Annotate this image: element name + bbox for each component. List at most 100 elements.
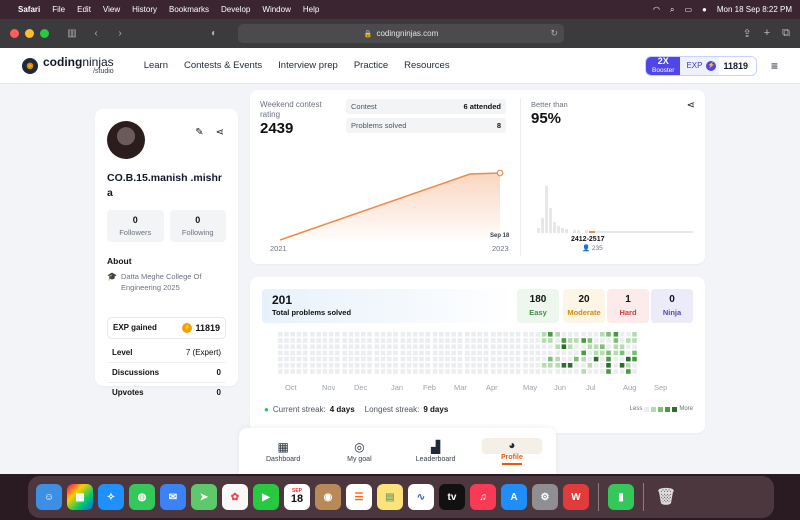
heatmap-cell[interactable] xyxy=(574,363,579,368)
heatmap-cell[interactable] xyxy=(477,356,482,362)
heatmap-cell[interactable] xyxy=(613,350,619,356)
heatmap-cell[interactable] xyxy=(367,369,372,374)
heatmap-cell[interactable] xyxy=(503,356,508,362)
heatmap-cell[interactable] xyxy=(413,338,418,343)
heatmap-cell[interactable] xyxy=(310,350,315,356)
heatmap-cell[interactable] xyxy=(296,369,302,374)
heatmap-cell[interactable] xyxy=(380,344,386,349)
heatmap-cell[interactable] xyxy=(587,332,593,337)
heatmap-cell[interactable] xyxy=(619,356,625,362)
heatmap-cell[interactable] xyxy=(457,356,463,362)
heatmap-cell[interactable] xyxy=(529,332,534,337)
heatmap-cell[interactable] xyxy=(548,350,553,356)
heatmap-cell[interactable] xyxy=(515,363,521,368)
heatmap-cell[interactable] xyxy=(503,344,508,349)
menu-history[interactable]: History xyxy=(132,5,157,14)
freeform-icon[interactable]: ∿ xyxy=(408,484,434,510)
heatmap-cell[interactable] xyxy=(471,338,476,343)
heatmap-cell[interactable] xyxy=(613,356,619,362)
heatmap-cell[interactable] xyxy=(413,350,418,356)
heatmap-cell[interactable] xyxy=(451,363,456,368)
heatmap-cell[interactable] xyxy=(541,338,547,343)
tab-profile[interactable]: ◕ Profile xyxy=(481,437,542,465)
heatmap-cell[interactable] xyxy=(619,350,625,356)
heatmap-cell[interactable] xyxy=(374,338,380,343)
heatmap-cell[interactable] xyxy=(535,338,541,343)
heatmap-cell[interactable] xyxy=(457,344,463,349)
menu-develop[interactable]: Develop xyxy=(221,5,250,14)
heatmap-cell[interactable] xyxy=(587,338,593,343)
heatmap-cell[interactable] xyxy=(561,363,567,368)
heatmap-cell[interactable] xyxy=(477,344,482,349)
share-rating-icon[interactable]: ⋖ xyxy=(687,100,695,111)
heatmap-cell[interactable] xyxy=(335,332,340,337)
heatmap-cell[interactable] xyxy=(328,332,334,337)
heatmap-cell[interactable] xyxy=(491,338,496,343)
heatmap-cell[interactable] xyxy=(322,356,328,362)
heatmap-cell[interactable] xyxy=(471,332,476,337)
heatmap-cell[interactable] xyxy=(581,363,586,368)
menu-bookmarks[interactable]: Bookmarks xyxy=(169,5,209,14)
heatmap-cell[interactable] xyxy=(465,344,470,349)
heatmap-cell[interactable] xyxy=(632,356,637,362)
heatmap-cell[interactable] xyxy=(574,369,579,374)
heatmap-cell[interactable] xyxy=(581,332,586,337)
heatmap-cell[interactable] xyxy=(425,350,430,356)
heatmap-cell[interactable] xyxy=(457,338,463,343)
heatmap-cell[interactable] xyxy=(515,369,521,374)
heatmap-cell[interactable] xyxy=(425,344,430,349)
heatmap-cell[interactable] xyxy=(574,344,579,349)
heatmap-cell[interactable] xyxy=(523,369,528,374)
heatmap-cell[interactable] xyxy=(367,363,372,368)
heatmap-cell[interactable] xyxy=(419,350,424,356)
heatmap-cell[interactable] xyxy=(483,344,489,349)
heatmap-cell[interactable] xyxy=(606,332,611,337)
heatmap-cell[interactable] xyxy=(600,363,605,368)
heatmap-cell[interactable] xyxy=(567,369,573,374)
heatmap-cell[interactable] xyxy=(606,356,611,362)
heatmap-cell[interactable] xyxy=(393,338,398,343)
app-store-icon[interactable]: A xyxy=(501,484,527,510)
exp-booster-pill[interactable]: 2X Booster EXP ⚡ 11819 xyxy=(645,55,757,76)
heatmap-cell[interactable] xyxy=(439,332,444,337)
heatmap-cell[interactable] xyxy=(555,350,560,356)
heatmap-cell[interactable] xyxy=(284,356,289,362)
heatmap-cell[interactable] xyxy=(406,338,412,343)
heatmap-cell[interactable] xyxy=(581,338,586,343)
heatmap-cell[interactable] xyxy=(361,369,366,374)
heatmap-cell[interactable] xyxy=(284,363,289,368)
heatmap-cell[interactable] xyxy=(541,363,547,368)
heatmap-cell[interactable] xyxy=(523,356,528,362)
heatmap-cell[interactable] xyxy=(535,332,541,337)
moderate-count-box[interactable]: 20 Moderate xyxy=(563,289,605,323)
heatmap-cell[interactable] xyxy=(581,344,586,349)
heatmap-cell[interactable] xyxy=(419,363,424,368)
heatmap-cell[interactable] xyxy=(574,350,579,356)
heatmap-cell[interactable] xyxy=(348,369,354,374)
edit-icon[interactable]: ✎ xyxy=(195,127,203,138)
heatmap-cell[interactable] xyxy=(342,356,347,362)
address-bar[interactable]: 🔒 codingninjas.com ↻ xyxy=(238,24,564,43)
forward-icon[interactable]: › xyxy=(113,28,127,39)
heatmap-cell[interactable] xyxy=(619,369,625,374)
heatmap-cell[interactable] xyxy=(387,344,392,349)
heatmap-cell[interactable] xyxy=(432,332,438,337)
calendar-icon[interactable]: SEP 18 xyxy=(284,484,310,510)
hard-count-box[interactable]: 1 Hard xyxy=(607,289,649,323)
heatmap-cell[interactable] xyxy=(471,369,476,374)
heatmap-cell[interactable] xyxy=(451,338,456,343)
heatmap-cell[interactable] xyxy=(322,363,328,368)
nav-practice[interactable]: Practice xyxy=(354,60,388,71)
ninja-count-box[interactable]: 0 Ninja xyxy=(651,289,693,323)
heatmap-cell[interactable] xyxy=(561,369,567,374)
heatmap-cell[interactable] xyxy=(387,363,392,368)
heatmap-cell[interactable] xyxy=(328,344,334,349)
heatmap-cell[interactable] xyxy=(503,338,508,343)
heatmap-cell[interactable] xyxy=(574,338,579,343)
heatmap-cell[interactable] xyxy=(509,356,515,362)
heatmap-cell[interactable] xyxy=(393,350,398,356)
wifi-icon[interactable]: ◠ xyxy=(653,5,660,14)
menu-window[interactable]: Window xyxy=(262,5,290,14)
heatmap-cell[interactable] xyxy=(471,344,476,349)
heatmap-cell[interactable] xyxy=(541,332,547,337)
